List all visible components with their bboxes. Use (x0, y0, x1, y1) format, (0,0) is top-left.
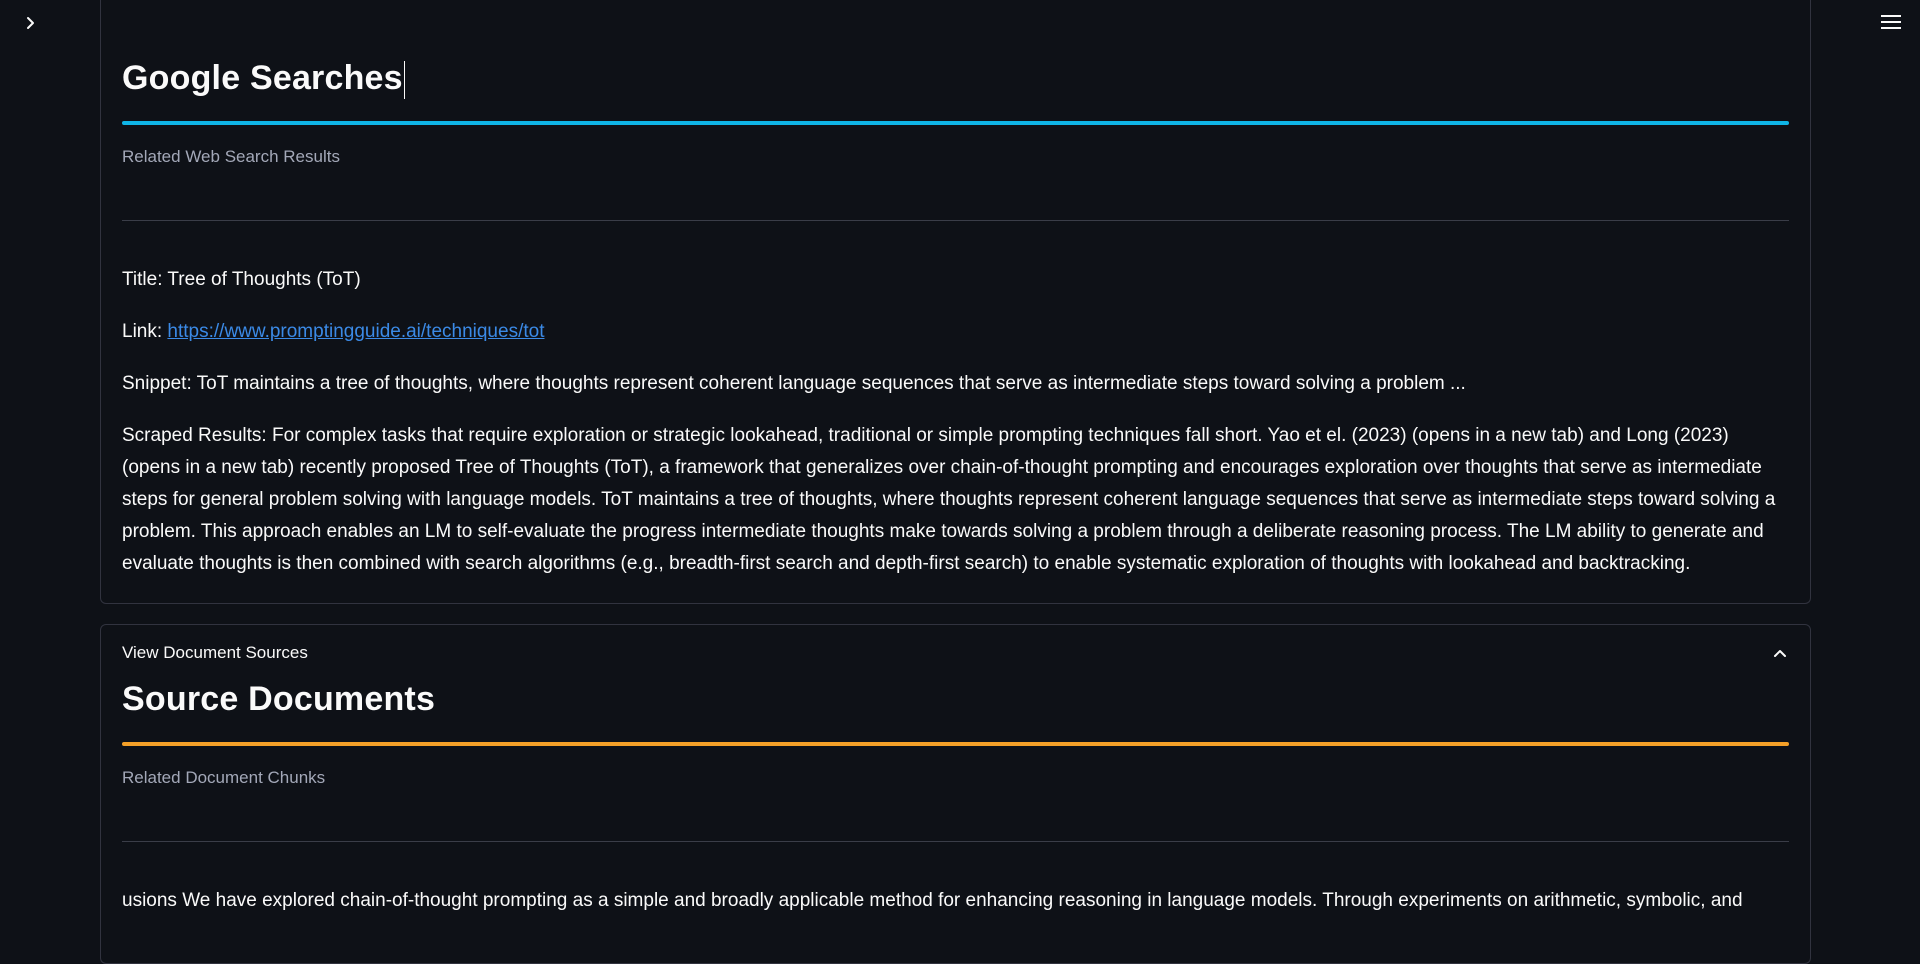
result-scraped: Scraped Results: For complex tasks that … (122, 425, 1776, 575)
google-searches-card: Google Searches Related Web Search Resul… (100, 0, 1811, 604)
section-divider (122, 840, 1789, 842)
result-title: Title: Tree of Thoughts (ToT) (122, 269, 361, 291)
google-searches-caption: Related Web Search Results (122, 147, 340, 167)
main-menu-button[interactable] (1878, 10, 1904, 34)
result-snippet: Snippet: ToT maintains a tree of thought… (122, 373, 1466, 395)
result-link: Link: https://www.promptingguide.ai/tech… (122, 321, 545, 343)
source-heading-divider (122, 741, 1789, 746)
source-documents-caption: Related Document Chunks (122, 767, 326, 787)
chevron-right-icon (27, 17, 34, 29)
source-documents-heading: Source Documents (122, 680, 436, 718)
expander-label: View Document Sources (122, 643, 308, 662)
document-chunk-text: usions We have explored chain-of-thought… (122, 889, 1743, 911)
chevron-up-icon (1771, 644, 1789, 662)
sidebar-toggle-button[interactable] (20, 12, 42, 34)
section-divider (122, 220, 1789, 222)
text-cursor (403, 61, 405, 100)
document-sources-expander: View Document Sources Source Documents R… (100, 624, 1811, 964)
hamburger-menu-icon (1881, 15, 1901, 29)
google-heading-divider (122, 121, 1789, 126)
result-link-anchor[interactable]: https://www.promptingguide.ai/techniques… (167, 321, 544, 342)
google-searches-heading: Google Searches (122, 58, 1789, 100)
expander-header[interactable]: View Document Sources (122, 625, 1789, 681)
